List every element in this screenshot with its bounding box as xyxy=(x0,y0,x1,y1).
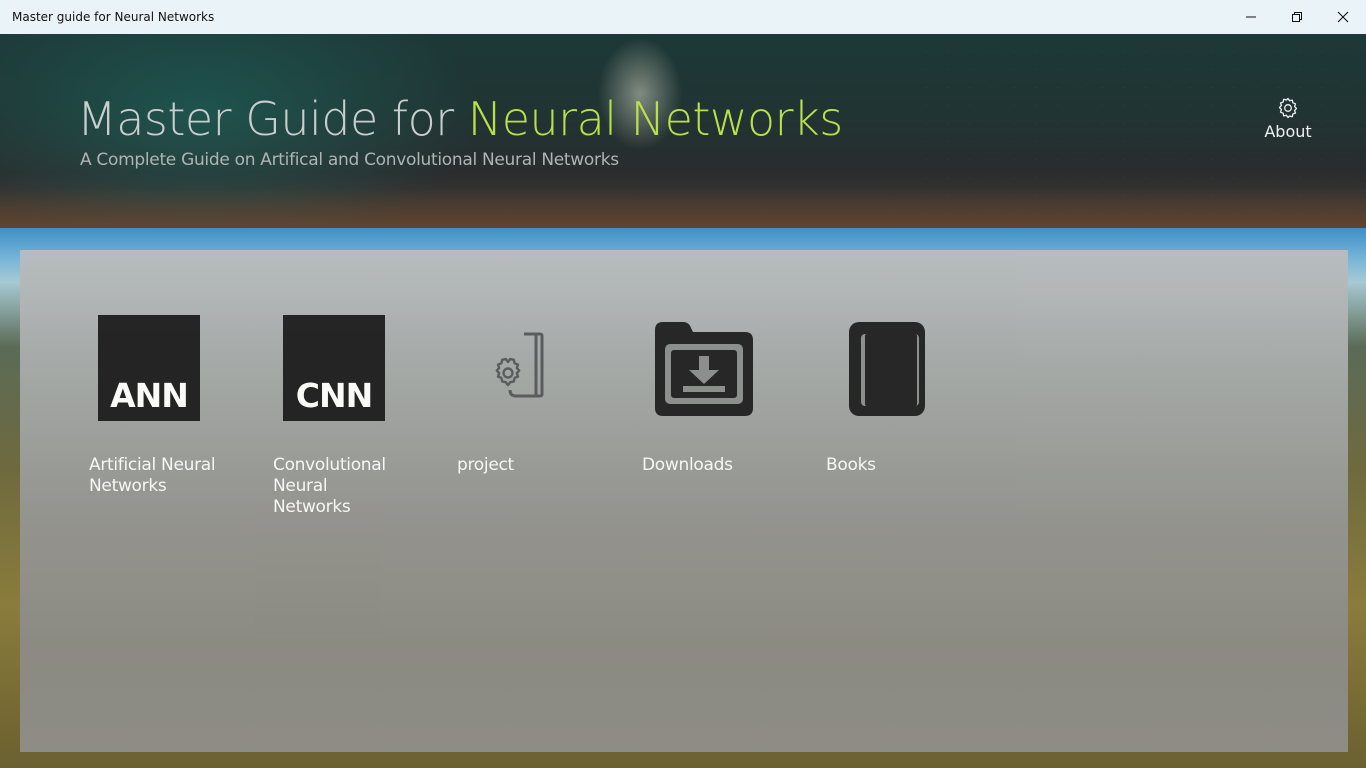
header-banner: Master Guide for Neural Networks A Compl… xyxy=(0,34,1366,228)
page-subtitle: A Complete Guide on Artifical and Convol… xyxy=(80,150,619,170)
tile-downloads-label: Downloads xyxy=(642,455,733,475)
restore-icon xyxy=(1292,12,1302,22)
minimize-button[interactable] xyxy=(1228,0,1274,34)
tile-books-label: Books xyxy=(826,455,876,475)
tile-ann[interactable]: ANN Artificial Neural Networks xyxy=(88,310,248,530)
title-bar: Master guide for Neural Networks xyxy=(0,0,1366,34)
book-icon xyxy=(849,322,925,416)
gear-document-icon xyxy=(495,332,544,398)
cnn-icon-text: CNN xyxy=(295,376,373,415)
tile-cnn-label: Convolutional Neural Networks xyxy=(273,455,386,517)
page-title-accent: Neural Networks xyxy=(467,92,843,146)
download-folder-icon xyxy=(655,322,753,416)
main-panel: ANN Artificial Neural Networks CNN Convo… xyxy=(20,250,1348,752)
tile-books[interactable]: Books xyxy=(825,310,985,530)
about-button[interactable]: About xyxy=(1262,96,1314,142)
window-controls xyxy=(1228,0,1366,34)
tile-downloads[interactable]: Downloads xyxy=(641,310,801,530)
gear-icon xyxy=(1278,97,1298,119)
page-title-plain: Master Guide for xyxy=(77,92,454,146)
page-title: Master Guide for Neural Networks xyxy=(77,92,843,146)
ann-square-icon: ANN xyxy=(98,315,200,421)
about-label: About xyxy=(1264,122,1312,141)
close-button[interactable] xyxy=(1320,0,1366,34)
header-background-floor xyxy=(0,188,1366,228)
tile-ann-label: Artificial Neural Networks xyxy=(89,455,216,496)
close-icon xyxy=(1337,11,1349,23)
restore-button[interactable] xyxy=(1274,0,1320,34)
tile-cnn[interactable]: CNN Convolutional Neural Networks xyxy=(272,310,432,530)
tile-project[interactable]: project xyxy=(456,310,616,530)
minimize-icon xyxy=(1246,16,1256,18)
window-title: Master guide for Neural Networks xyxy=(12,10,215,24)
ann-icon-text: ANN xyxy=(110,376,189,415)
cnn-square-icon: CNN xyxy=(283,315,385,421)
tile-project-label: project xyxy=(457,455,514,475)
